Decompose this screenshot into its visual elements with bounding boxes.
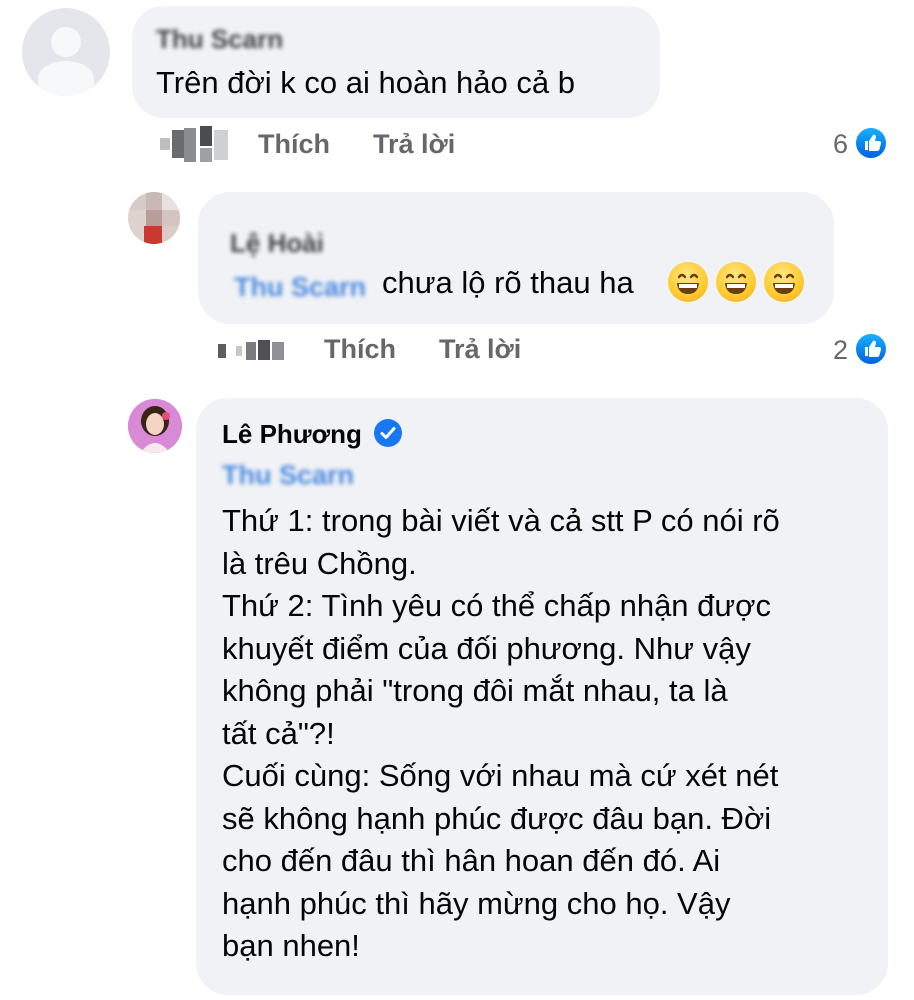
like-button[interactable]: Thích [324, 334, 396, 365]
comment-author[interactable]: Lệ Hoài [230, 228, 324, 259]
comment-text: chưa lộ rõ thau ha [382, 265, 634, 300]
comment-bubble: Thu Scarn Trên đời k co ai hoàn hảo cả b [132, 6, 660, 118]
comment-timestamp[interactable] [158, 124, 238, 168]
comment-line: hạnh phúc thì hãy mừng cho họ. Vậy [222, 885, 731, 921]
mention-link[interactable]: Thu Scarn [234, 272, 366, 303]
comment-author[interactable]: Lê Phương [222, 419, 362, 450]
comment-line: khuyết điểm của đối phương. Như vậy [222, 630, 751, 666]
comment-line: tất cả"?! [222, 715, 335, 751]
reaction-count[interactable]: 2 [808, 335, 848, 366]
mention-link[interactable]: Thu Scarn [222, 460, 354, 491]
reply-button[interactable]: Trả lời [373, 129, 455, 160]
avatar[interactable] [128, 399, 182, 453]
comment-line: Thứ 2: Tình yêu có thể chấp nhận được [222, 588, 771, 623]
avatar-head [51, 27, 81, 58]
comment-line: là trêu Chồng. [222, 545, 417, 581]
comment-text: Trên đời k co ai hoàn hảo cả b [156, 65, 575, 100]
reply-button[interactable]: Trả lời [439, 334, 521, 365]
verified-badge-icon [374, 419, 402, 447]
comment-line: không phải "trong đôi mắt nhau, ta là [222, 673, 728, 708]
grinning-face-icon [716, 262, 756, 302]
like-button[interactable]: Thích [258, 129, 330, 160]
comment-line: Thứ 1: trong bài viết và cả stt P có nói… [222, 503, 780, 538]
avatar[interactable] [128, 192, 180, 244]
reaction-count[interactable]: 6 [808, 129, 848, 160]
comment-bubble: Lệ Hoài Thu Scarn chưa lộ rõ thau ha [198, 192, 834, 324]
comment-timestamp[interactable] [218, 336, 290, 366]
comment-line: sẽ không hạnh phúc được đâu bạn. Đời [222, 800, 772, 836]
grinning-face-icon [668, 262, 708, 302]
comment-bubble: Lê Phương Thu Scarn Thứ 1: trong bài viế… [196, 398, 888, 995]
like-reaction-icon[interactable] [854, 332, 888, 366]
comment-line: cho đến đâu thì hân hoan đến đó. Ai [222, 843, 721, 878]
avatar[interactable] [22, 8, 110, 96]
like-reaction-icon[interactable] [854, 126, 888, 160]
comment-line: Cuối cùng: Sống với nhau mà cứ xét nét [222, 758, 779, 793]
comment-line: bạn nhen! [222, 928, 360, 963]
avatar-shoulders [37, 60, 95, 96]
grinning-face-icon [764, 262, 804, 302]
comment-author[interactable]: Thu Scarn [156, 24, 283, 55]
